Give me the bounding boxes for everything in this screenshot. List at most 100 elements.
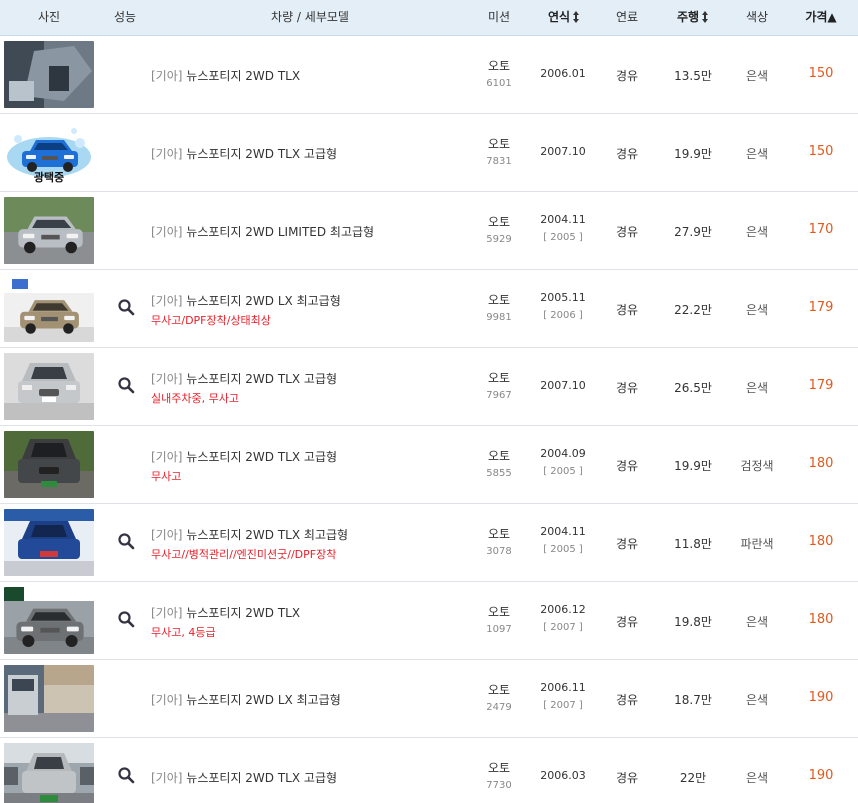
car-photo[interactable] bbox=[4, 743, 94, 803]
fuel-value: 경유 bbox=[615, 303, 639, 317]
model-year: [ 2005 ] bbox=[543, 232, 583, 243]
fuel-value: 경유 bbox=[615, 693, 639, 707]
color-value: 은색 bbox=[745, 381, 769, 395]
header-color: 색상 bbox=[745, 10, 769, 24]
table-row[interactable]: [기아] 뉴스포티지 2WD TLX 무사고, 4등급 오토 1097 2006… bbox=[0, 582, 858, 660]
listing-code: 1097 bbox=[486, 624, 512, 635]
car-maker: [기아] bbox=[151, 606, 183, 620]
car-maker: [기아] bbox=[151, 294, 183, 308]
transmission-cell: 오토 1097 bbox=[470, 603, 528, 635]
car-model-link[interactable]: [기아] 뉴스포티지 2WD TLX bbox=[151, 67, 300, 84]
car-model-name: 뉴스포티지 2WD LX 최고급형 bbox=[186, 693, 341, 707]
car-model-name: 뉴스포티지 2WD TLX 고급형 bbox=[186, 147, 338, 161]
color-value: 은색 bbox=[745, 225, 769, 239]
magnifier-icon[interactable] bbox=[117, 532, 135, 550]
table-row[interactable]: [기아] 뉴스포티지 2WD LIMITED 최고급형 오토 5929 2004… bbox=[0, 192, 858, 270]
car-note: 무사고//병적관리//엔진미션굿//DPF장착 bbox=[151, 548, 337, 561]
price-value: 179 bbox=[808, 300, 834, 315]
car-model-name: 뉴스포티지 2WD TLX bbox=[186, 606, 301, 620]
mileage-value: 19.9만 bbox=[674, 459, 712, 473]
transmission-value: 오토 bbox=[487, 761, 511, 775]
car-maker: [기아] bbox=[151, 528, 183, 542]
table-row[interactable]: [기아] 뉴스포티지 2WD TLX 고급형 무사고 오토 5855 2004.… bbox=[0, 426, 858, 504]
magnifier-icon[interactable] bbox=[117, 766, 135, 784]
car-photo[interactable] bbox=[4, 665, 94, 732]
car-photo[interactable] bbox=[4, 587, 94, 654]
car-model-link[interactable]: [기아] 뉴스포티지 2WD TLX 최고급형 bbox=[151, 526, 348, 543]
year-value: 2004.11 bbox=[540, 525, 586, 538]
listing-code: 6101 bbox=[486, 78, 512, 89]
fuel-value: 경유 bbox=[615, 615, 639, 629]
car-model-link[interactable]: [기아] 뉴스포티지 2WD TLX bbox=[151, 604, 300, 621]
transmission-cell: 오토 6101 bbox=[470, 57, 528, 89]
model-year: [ 2005 ] bbox=[543, 466, 583, 477]
price-value: 150 bbox=[808, 144, 834, 159]
fuel-value: 경유 bbox=[615, 537, 639, 551]
transmission-cell: 오토 7730 bbox=[470, 759, 528, 791]
car-maker: [기아] bbox=[151, 225, 183, 239]
color-value: 은색 bbox=[745, 693, 769, 707]
car-model-link[interactable]: [기아] 뉴스포티지 2WD TLX 고급형 bbox=[151, 769, 337, 786]
car-photo[interactable] bbox=[4, 197, 94, 264]
table-row[interactable]: [기아] 뉴스포티지 2WD TLX 고급형 실내주차중, 무사고 오토 796… bbox=[0, 348, 858, 426]
header-price-sort[interactable]: 가격▲ bbox=[790, 0, 852, 36]
mileage-value: 22.2만 bbox=[674, 303, 712, 317]
color-value: 은색 bbox=[745, 771, 769, 785]
transmission-cell: 오토 7967 bbox=[470, 369, 528, 401]
car-model-link[interactable]: [기아] 뉴스포티지 2WD LX 최고급형 bbox=[151, 691, 341, 708]
table-row[interactable]: [기아] 뉴스포티지 2WD TLX 오토 6101 2006.01 경유 13… bbox=[0, 36, 858, 114]
header-model: 차량 / 세부모델 bbox=[271, 10, 349, 24]
table-row[interactable]: [기아] 뉴스포티지 2WD LX 최고급형 무사고/DPF장착/상태최상 오토… bbox=[0, 270, 858, 348]
car-maker: [기아] bbox=[151, 450, 183, 464]
price-value: 180 bbox=[808, 534, 834, 549]
car-model-link[interactable]: [기아] 뉴스포티지 2WD TLX 고급형 bbox=[151, 370, 337, 387]
car-model-link[interactable]: [기아] 뉴스포티지 2WD LIMITED 최고급형 bbox=[151, 223, 374, 240]
car-photo[interactable] bbox=[4, 275, 94, 342]
car-note: 무사고 bbox=[151, 470, 182, 483]
car-photo[interactable] bbox=[4, 431, 94, 498]
magnifier-icon[interactable] bbox=[117, 376, 135, 394]
model-year: [ 2006 ] bbox=[543, 310, 583, 321]
mileage-value: 27.9만 bbox=[674, 225, 712, 239]
car-model-link[interactable]: [기아] 뉴스포티지 2WD LX 최고급형 bbox=[151, 292, 341, 309]
fuel-value: 경유 bbox=[615, 771, 639, 785]
transmission-value: 오토 bbox=[487, 371, 511, 385]
fuel-value: 경유 bbox=[615, 459, 639, 473]
magnifier-icon[interactable] bbox=[117, 610, 135, 628]
table-row[interactable]: [기아] 뉴스포티지 2WD TLX 고급형 오토 7730 2006.03 경… bbox=[0, 738, 858, 803]
car-maker: [기아] bbox=[151, 771, 183, 785]
car-model-link[interactable]: [기아] 뉴스포티지 2WD TLX 고급형 bbox=[151, 145, 337, 162]
year-value: 2007.10 bbox=[540, 379, 586, 392]
sort-updown-icon bbox=[701, 11, 709, 23]
year-value: 2006.11 bbox=[540, 681, 586, 694]
header-photo: 사진 bbox=[37, 10, 61, 24]
table-row[interactable]: 광택중 [기아] 뉴스포티지 2WD TLX 고급형 오토 7831 2007.… bbox=[0, 114, 858, 192]
table-body: [기아] 뉴스포티지 2WD TLX 오토 6101 2006.01 경유 13… bbox=[0, 36, 858, 803]
car-maker: [기아] bbox=[151, 69, 183, 83]
table-row[interactable]: [기아] 뉴스포티지 2WD TLX 최고급형 무사고//병적관리//엔진미션굿… bbox=[0, 504, 858, 582]
price-value: 180 bbox=[808, 612, 834, 627]
year-cell: 2006.12 [ 2007 ] bbox=[530, 603, 596, 633]
car-photo[interactable]: 광택중 bbox=[4, 119, 94, 186]
car-photo[interactable] bbox=[4, 41, 94, 108]
car-photo[interactable] bbox=[4, 353, 94, 420]
year-cell: 2006.11 [ 2007 ] bbox=[530, 681, 596, 711]
car-model-link[interactable]: [기아] 뉴스포티지 2WD TLX 고급형 bbox=[151, 448, 337, 465]
transmission-value: 오토 bbox=[487, 59, 511, 73]
listing-code: 5855 bbox=[486, 468, 512, 479]
transmission-value: 오토 bbox=[487, 683, 511, 697]
listing-code: 9981 bbox=[486, 312, 512, 323]
car-listing-table: 사진 성능 차량 / 세부모델 미션 연식 연료 주행 색상 가격▲ [기아] … bbox=[0, 0, 858, 803]
header-mileage-sort[interactable]: 주행 bbox=[662, 0, 724, 36]
year-cell: 2006.01 bbox=[530, 67, 596, 80]
magnifier-icon[interactable] bbox=[117, 298, 135, 316]
table-row[interactable]: [기아] 뉴스포티지 2WD LX 최고급형 오토 2479 2006.11 [… bbox=[0, 660, 858, 738]
header-year-sort[interactable]: 연식 bbox=[534, 0, 594, 36]
color-value: 검정색 bbox=[740, 459, 774, 473]
car-maker: [기아] bbox=[151, 693, 183, 707]
year-value: 2006.12 bbox=[540, 603, 586, 616]
color-value: 파란색 bbox=[740, 537, 774, 551]
car-photo[interactable] bbox=[4, 509, 94, 576]
listing-code: 7831 bbox=[486, 156, 512, 167]
transmission-cell: 오토 5855 bbox=[470, 447, 528, 479]
